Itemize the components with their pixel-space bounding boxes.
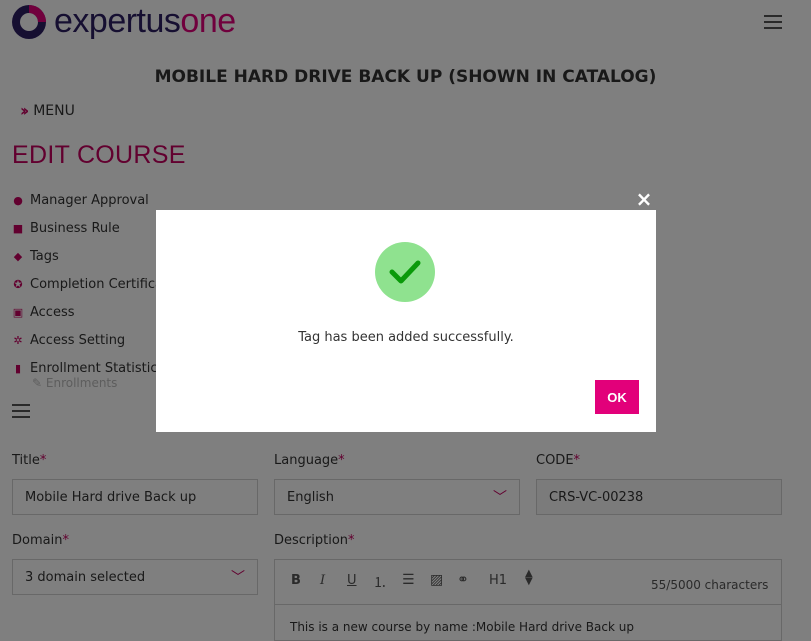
dialog-message: Tag has been added successfully. (298, 330, 514, 345)
ok-button[interactable]: OK (595, 380, 639, 414)
success-dialog: Tag has been added successfully. OK (156, 210, 656, 432)
close-icon[interactable]: × (635, 189, 653, 209)
success-check-icon (375, 242, 435, 302)
